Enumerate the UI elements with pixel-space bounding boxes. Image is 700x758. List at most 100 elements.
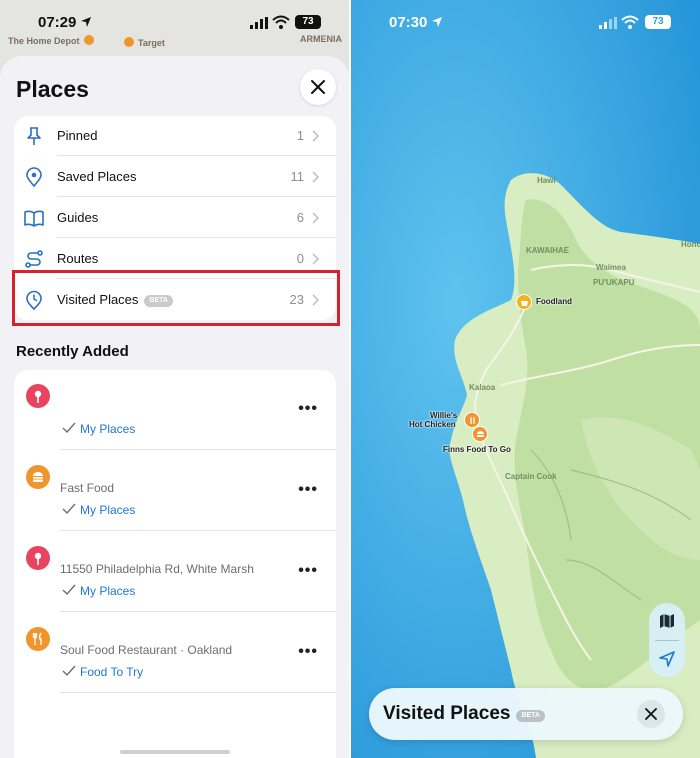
divider — [57, 196, 336, 197]
close-button[interactable] — [637, 700, 665, 728]
close-icon — [645, 708, 657, 720]
map-mode-button[interactable] — [658, 612, 676, 630]
list-item[interactable]: Fast Food ••• My Places — [14, 451, 336, 531]
map-label-waimea: Waimea — [596, 263, 626, 272]
poi-label: Foodland — [536, 297, 572, 306]
poi-foodland[interactable] — [516, 294, 532, 310]
row-count: 1 — [296, 128, 304, 143]
row-label: Routes — [57, 251, 99, 266]
row-pinned[interactable]: Pinned 1 — [14, 116, 336, 156]
row-count: 11 — [290, 169, 305, 184]
item-subtitle: Soul Food Restaurant · Oakland — [60, 643, 233, 657]
row-label: Saved Places — [57, 169, 137, 184]
sheet-title: Visited Places BETA — [383, 703, 545, 725]
divider — [655, 640, 679, 641]
map-controls — [649, 603, 685, 677]
location-arrow-icon — [659, 651, 675, 667]
chevron-right-icon — [312, 171, 320, 183]
location-arrow-icon — [81, 17, 91, 27]
visited-places-sheet[interactable]: Visited Places BETA — [369, 688, 683, 740]
item-subtitle: 11550 Philadelphia Rd, White Marsh — [60, 562, 254, 576]
row-saved-places[interactable]: Saved Places 11 — [14, 157, 336, 197]
map-label-hawi: Hawi — [537, 176, 556, 185]
pin-icon — [26, 546, 50, 570]
chevron-right-icon — [312, 212, 320, 224]
left-phone-screen: The Home Depot Target ARMENIA 07:29 73 P… — [0, 0, 349, 758]
cellular-signal-icon — [599, 17, 617, 29]
list-item[interactable]: Soul Food Restaurant · Oakland ••• Food … — [14, 613, 336, 693]
poi-label: Hot Chicken — [409, 420, 456, 429]
close-icon — [311, 80, 325, 94]
list-item[interactable]: ••• My Places — [14, 370, 336, 450]
checkmark-icon — [62, 665, 76, 677]
divider — [60, 449, 336, 450]
pin-icon — [27, 127, 41, 145]
map-label-kalaoa: Kalaoa — [469, 383, 496, 392]
checkmark-icon — [62, 503, 76, 515]
sheet-title: Places — [16, 76, 89, 102]
cellular-signal-icon — [250, 17, 268, 29]
places-sheet: Places Pinned 1 Saved Places 11 Guides 6… — [0, 56, 349, 758]
location-marker-icon — [26, 167, 42, 187]
fork-knife-icon — [26, 627, 50, 651]
map-icon — [660, 614, 674, 628]
checkmark-icon — [62, 422, 76, 434]
row-count: 0 — [296, 251, 304, 266]
item-subtitle: Fast Food — [60, 481, 115, 495]
highlight-box — [12, 270, 340, 326]
map-label-honokaa: Honoka'a — [681, 240, 700, 249]
map-label-puukapu: PU'UKAPU — [593, 278, 635, 287]
status-time: 07:30 — [389, 14, 428, 31]
locate-me-button[interactable] — [658, 650, 676, 668]
poi-label: Finns Food To Go — [443, 445, 511, 454]
divider — [60, 692, 336, 693]
fork-knife-icon — [469, 416, 475, 424]
divider — [60, 611, 336, 612]
section-title: Recently Added — [16, 343, 129, 360]
wifi-icon — [272, 15, 290, 29]
island-map[interactable] — [351, 0, 700, 758]
poi-label: Willie's — [430, 411, 458, 420]
pin-icon — [26, 384, 50, 408]
sheet-title-text: Visited Places — [383, 703, 511, 724]
divider — [57, 155, 336, 156]
list-item[interactable]: 11550 Philadelphia Rd, White Marsh ••• M… — [14, 532, 336, 612]
more-options-button[interactable]: ••• — [298, 643, 318, 661]
beta-badge: BETA — [516, 710, 545, 722]
row-label: Guides — [57, 210, 99, 225]
divider — [60, 530, 336, 531]
collection-link[interactable]: My Places — [80, 584, 135, 598]
collection-link[interactable]: My Places — [80, 503, 135, 517]
row-count: 6 — [296, 210, 304, 225]
book-icon — [24, 210, 44, 227]
location-arrow-icon — [432, 17, 442, 27]
more-options-button[interactable]: ••• — [298, 562, 318, 580]
divider — [57, 237, 336, 238]
chevron-right-icon — [312, 130, 320, 142]
burger-icon — [476, 430, 484, 437]
status-bar: 07:30 73 — [351, 0, 700, 46]
collection-link[interactable]: Food To Try — [80, 665, 143, 679]
poi-finns-food-to-go[interactable] — [472, 426, 488, 442]
more-options-button[interactable]: ••• — [298, 400, 318, 418]
row-label: Pinned — [57, 128, 98, 143]
chevron-right-icon — [312, 253, 320, 265]
burger-icon — [26, 465, 50, 489]
checkmark-icon — [62, 584, 76, 596]
map-label-kawaihae: KAWAIHAE — [526, 246, 570, 255]
home-indicator — [120, 750, 230, 754]
map-label-captain-cook: Captain Cook — [505, 472, 557, 481]
recent-list: ••• My Places Fast Food ••• My Places 11… — [14, 370, 336, 758]
battery-indicator: 73 — [295, 15, 321, 29]
basket-icon — [520, 300, 528, 306]
row-guides[interactable]: Guides 6 — [14, 198, 336, 238]
collection-link[interactable]: My Places — [80, 422, 135, 436]
wifi-icon — [621, 15, 639, 29]
status-time: 07:29 — [38, 14, 77, 31]
more-options-button[interactable]: ••• — [298, 481, 318, 499]
close-button[interactable] — [300, 69, 336, 105]
battery-indicator: 73 — [645, 15, 671, 29]
status-bar: 07:29 73 — [0, 0, 349, 46]
route-icon — [25, 250, 43, 268]
right-phone-screen: Hawi KAWAIHAE Waimea PU'UKAPU Honoka'a K… — [351, 0, 700, 758]
